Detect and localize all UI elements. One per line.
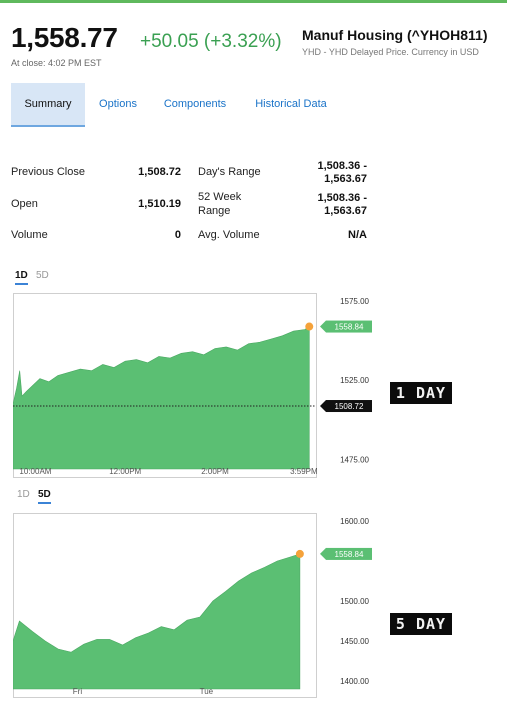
days-range-value-high: 1,563.67 <box>324 173 367 185</box>
volume-label: Volume <box>11 229 48 241</box>
chart2-svg: 1600.00 1500.00 1450.00 1400.00 Fri Tue 1558.8… <box>13 513 372 698</box>
chart1-last-price-badge-label: 1558.84 <box>335 323 364 332</box>
chart1-prev-close-pointer <box>320 400 326 413</box>
chart2-ytick-label: 1450.00 <box>340 637 369 646</box>
chart2-ytick-label: 1400.00 <box>340 677 369 686</box>
chart1-last-price-pointer <box>320 320 326 333</box>
volume-value: 0 <box>174 229 181 241</box>
chart1-ytick-label: 1475.00 <box>340 455 369 464</box>
ticker-subtitle: YHD - YHD Delayed Price. Currency in USD <box>302 47 479 57</box>
chart1-ytick-label: 1525.00 <box>340 376 369 385</box>
chart1-prev-close-badge-label: 1508.72 <box>335 402 364 411</box>
five-day-stamp: 5 DAY <box>390 613 452 635</box>
open-value: 1,510.19 <box>138 198 181 210</box>
chart2-ytick-label: 1500.00 <box>340 597 369 606</box>
open-label: Open <box>11 198 38 210</box>
top-accent-bar <box>0 0 507 3</box>
chart1-xtick-label: 3:59PM <box>290 467 318 476</box>
tab-options[interactable]: Options <box>93 83 143 127</box>
avg-volume-value: N/A <box>348 229 367 241</box>
chart1-xtick-label: 12:00PM <box>109 467 141 476</box>
quote-tabs: Summary Options Components Historical Da… <box>11 83 371 127</box>
price-change: +50.05 (+3.32%) <box>140 31 282 52</box>
chart2-last-price-marker <box>295 549 304 558</box>
ticker-name: Manuf Housing (^YHOH811) <box>302 27 488 43</box>
chart1-1day[interactable]: 1575.00 1525.00 1475.00 10:00AM 12:00PM 2:00P… <box>13 293 373 478</box>
chart1-xtick-label: 10:00AM <box>19 467 51 476</box>
week52-range-label-line2: Range <box>198 205 231 217</box>
chart2-last-price-pointer <box>320 547 326 560</box>
chart1-svg: 1575.00 1525.00 1475.00 10:00AM 12:00PM 2:00P… <box>13 293 372 478</box>
tab-historical-data[interactable]: Historical Data <box>248 83 334 127</box>
tab-summary[interactable]: Summary <box>11 83 85 127</box>
previous-close-label: Previous Close <box>11 166 85 178</box>
chart2-range-1d[interactable]: 1D <box>17 489 30 502</box>
chart2-5day[interactable]: 1600.00 1500.00 1450.00 1400.00 Fri Tue 1558.8… <box>13 513 373 698</box>
avg-volume-label: Avg. Volume <box>198 229 260 241</box>
days-range-label: Day's Range <box>198 166 261 178</box>
chart2-range-5d[interactable]: 5D <box>38 489 51 504</box>
chart1-range-5d[interactable]: 5D <box>36 270 49 283</box>
chart1-range-1d[interactable]: 1D <box>15 270 28 285</box>
days-range-value-low: 1,508.36 - <box>317 160 367 172</box>
chart1-last-price-marker <box>305 322 314 331</box>
chart2-xtick-label: Tue <box>200 687 214 696</box>
one-day-stamp: 1 DAY <box>390 382 452 404</box>
week52-range-value-low: 1,508.36 - <box>317 192 367 204</box>
chart1-ytick-label: 1575.00 <box>340 297 369 306</box>
previous-close-value: 1,508.72 <box>138 166 181 178</box>
chart1-xtick-label: 2:00PM <box>201 467 229 476</box>
week52-range-label-line1: 52 Week <box>198 191 242 203</box>
close-time: At close: 4:02 PM EST <box>11 58 102 68</box>
current-price: 1,558.77 <box>11 22 118 53</box>
tab-components[interactable]: Components <box>157 83 233 127</box>
chart2-xtick-label: Fri <box>73 687 83 696</box>
chart2-last-price-badge-label: 1558.84 <box>335 550 364 559</box>
chart2-ytick-label: 1600.00 <box>340 517 369 526</box>
week52-range-value-high: 1,563.67 <box>324 205 367 217</box>
